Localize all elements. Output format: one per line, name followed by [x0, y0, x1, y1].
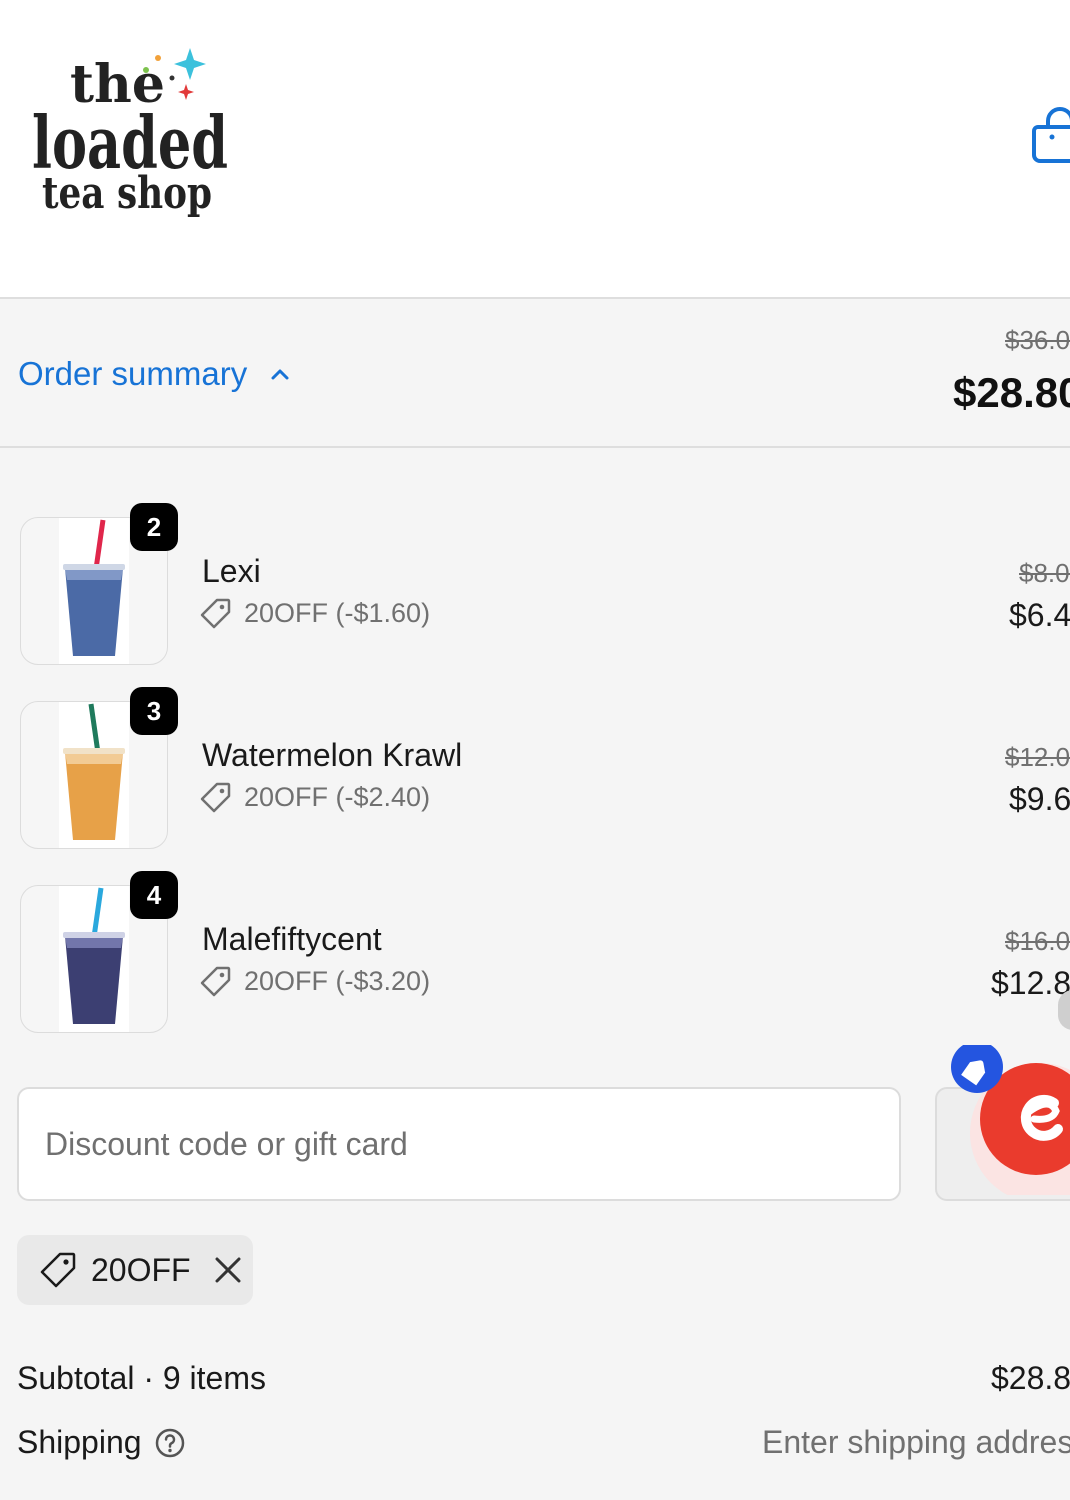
order-total: $28.80 [953, 369, 1070, 416]
item-original-price: $8.00 [1019, 558, 1070, 588]
shipping-label: Shipping [17, 1424, 142, 1460]
applied-discount-code: 20OFF [17, 1235, 253, 1305]
order-summary-toggle[interactable]: Order summary [18, 352, 291, 396]
shipping-value: Enter shipping address [762, 1424, 1070, 1460]
shopping-bag-icon[interactable] [1030, 105, 1070, 165]
header: the loaded tea shop [0, 0, 1070, 299]
item-original-price: $16.00 [1005, 926, 1070, 956]
order-summary-label: Order summary [18, 355, 248, 392]
applied-code-text: 20OFF [91, 1251, 191, 1288]
item-name: Lexi [202, 553, 261, 589]
tag-icon [200, 598, 231, 629]
quantity-badge: 3 [130, 687, 178, 735]
item-name: Watermelon Krawl [202, 737, 463, 773]
item-price: $12.80 [991, 965, 1070, 1001]
item-name: Malefiftycent [202, 921, 382, 957]
item-discount-text: 20OFF (-$2.40) [244, 781, 431, 812]
svg-text:tea shop: tea shop [42, 168, 212, 219]
shipping-row-label: Shipping [17, 1424, 186, 1461]
original-total: $36.00 [1005, 325, 1070, 355]
item-price: $9.60 [1009, 781, 1070, 817]
item-discount: 20OFF (-$1.60) [200, 597, 430, 629]
order-summary-bar: Order summary $36.00 $28.80 [0, 299, 1070, 448]
close-icon[interactable] [213, 1255, 243, 1285]
coupon-extension-icon[interactable] [950, 1045, 1070, 1195]
item-original-price: $12.00 [1005, 742, 1070, 772]
tag-icon [200, 966, 231, 997]
line-item: 4 Malefiftycent 20OFF (-$3.20) $16.00 $1… [0, 871, 1070, 1033]
item-discount-text: 20OFF (-$1.60) [244, 597, 431, 628]
subtotal-value: $28.80 [991, 1360, 1070, 1396]
item-discount-text: 20OFF (-$3.20) [244, 965, 431, 996]
quantity-badge: 2 [130, 503, 178, 551]
drink-cup-image [63, 519, 125, 656]
discount-code-input[interactable] [17, 1087, 901, 1201]
quantity-badge: 4 [130, 871, 178, 919]
subtotal-label: Subtotal · 9 items [17, 1360, 266, 1396]
line-item: 3 Watermelon Krawl 20OFF (-$2.40) $12.00… [0, 687, 1070, 849]
scroll-indicator [1058, 990, 1070, 1030]
item-discount: 20OFF (-$2.40) [200, 781, 430, 813]
item-price: $6.40 [1009, 597, 1070, 633]
chevron-up-icon [271, 369, 289, 380]
tag-icon [200, 782, 231, 813]
item-discount: 20OFF (-$3.20) [200, 965, 430, 997]
tag-icon [40, 1252, 76, 1288]
drink-cup-image [63, 703, 125, 840]
help-circle-icon[interactable] [154, 1427, 186, 1459]
loaded-tea-shop-logo[interactable]: the loaded tea shop [28, 40, 238, 230]
line-item: 2 Lexi 20OFF (-$1.60) $8.00 $6.40 [0, 503, 1070, 665]
drink-cup-image [63, 887, 125, 1024]
